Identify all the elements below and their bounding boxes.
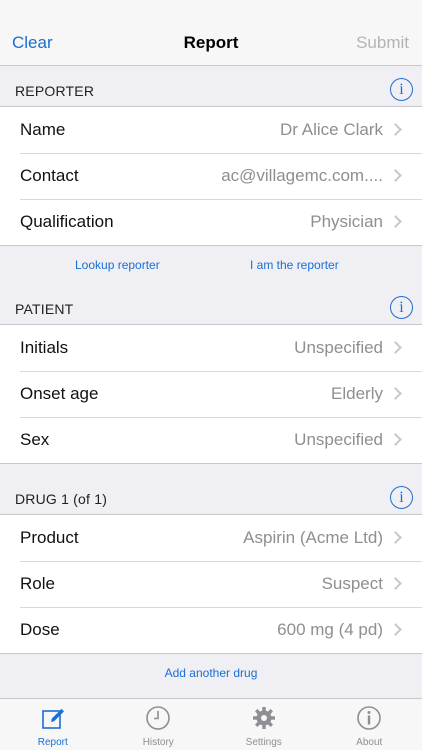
submit-button[interactable]: Submit (356, 33, 409, 53)
pencil-icon (41, 708, 64, 729)
drug-actions: Add another drug (0, 654, 422, 692)
row-label: Sex (20, 430, 50, 449)
gear-icon (252, 707, 275, 729)
row-value: Unspecified (294, 338, 383, 357)
reporter-section-header: REPORTER i (0, 66, 422, 106)
chevron-right-icon (389, 387, 402, 400)
info-icon (357, 706, 382, 730)
section-title-drug: DRUG 1 (of 1) (15, 491, 108, 507)
tab-label: History (142, 737, 174, 748)
tab-report[interactable]: Report (0, 699, 106, 750)
row-value: Physician (310, 212, 383, 231)
patient-section-header: PATIENT i (0, 284, 422, 324)
tab-label: Report (37, 737, 68, 748)
navigation-bar: Clear Report Submit (0, 0, 422, 66)
drug-info-icon[interactable]: i (390, 486, 413, 509)
add-another-drug-link[interactable]: Add another drug (0, 666, 422, 680)
chevron-right-icon (389, 531, 402, 544)
chevron-right-icon (389, 215, 402, 228)
lookup-reporter-link[interactable]: Lookup reporter (75, 258, 160, 272)
row-label: Initials (20, 338, 69, 357)
section-title-reporter: REPORTER (15, 83, 95, 99)
clock-icon (146, 706, 171, 730)
tab-about[interactable]: About (317, 699, 422, 750)
row-value: Suspect (321, 574, 383, 593)
row-label: Dose (20, 620, 60, 639)
tab-history[interactable]: History (106, 699, 212, 750)
row-label: Qualification (20, 212, 114, 231)
row-label: Role (20, 574, 55, 593)
chevron-right-icon (389, 577, 402, 590)
row-label: Product (20, 528, 79, 547)
chevron-right-icon (389, 169, 402, 182)
row-drug-role[interactable]: Role Suspect (0, 561, 422, 607)
drug-group: Product Aspirin (Acme Ltd) Role Suspect … (0, 514, 422, 654)
row-patient-onset-age[interactable]: Onset age Elderly (0, 371, 422, 417)
section-title-patient: PATIENT (15, 301, 74, 317)
patient-group: Initials Unspecified Onset age Elderly S… (0, 324, 422, 464)
drug-section-header: DRUG 1 (of 1) i (0, 464, 422, 514)
chevron-right-icon (389, 623, 402, 636)
patient-info-icon[interactable]: i (390, 296, 413, 319)
row-label: Contact (20, 166, 79, 185)
form-content[interactable]: REPORTER i Name Dr Alice Clark Contact a… (0, 66, 422, 698)
i-am-reporter-link[interactable]: I am the reporter (250, 258, 339, 272)
row-label: Name (20, 120, 66, 139)
row-patient-sex[interactable]: Sex Unspecified (0, 417, 422, 463)
tab-bar: Report History Settings About (0, 698, 422, 750)
row-drug-product[interactable]: Product Aspirin (Acme Ltd) (0, 515, 422, 561)
row-drug-dose[interactable]: Dose 600 mg (4 pd) (0, 607, 422, 653)
row-value: ac@villagemc.com.... (221, 166, 383, 185)
chevron-right-icon (389, 123, 402, 136)
tab-settings[interactable]: Settings (211, 699, 317, 750)
tab-label: Settings (245, 737, 282, 748)
row-patient-initials[interactable]: Initials Unspecified (0, 325, 422, 371)
row-value: 600 mg (4 pd) (277, 620, 383, 639)
row-value: Unspecified (294, 430, 383, 449)
row-label: Onset age (20, 384, 99, 403)
row-reporter-name[interactable]: Name Dr Alice Clark (0, 107, 422, 153)
tab-label: About (356, 737, 383, 748)
reporter-actions: Lookup reporter I am the reporter (0, 246, 422, 284)
reporter-info-icon[interactable]: i (390, 78, 413, 101)
row-value: Aspirin (Acme Ltd) (243, 528, 383, 547)
row-reporter-qualification[interactable]: Qualification Physician (0, 199, 422, 245)
row-reporter-contact[interactable]: Contact ac@villagemc.com.... (0, 153, 422, 199)
row-value: Elderly (331, 384, 383, 403)
reporter-group: Name Dr Alice Clark Contact ac@villagemc… (0, 106, 422, 246)
chevron-right-icon (389, 341, 402, 354)
chevron-right-icon (389, 433, 402, 446)
row-value: Dr Alice Clark (280, 120, 383, 139)
